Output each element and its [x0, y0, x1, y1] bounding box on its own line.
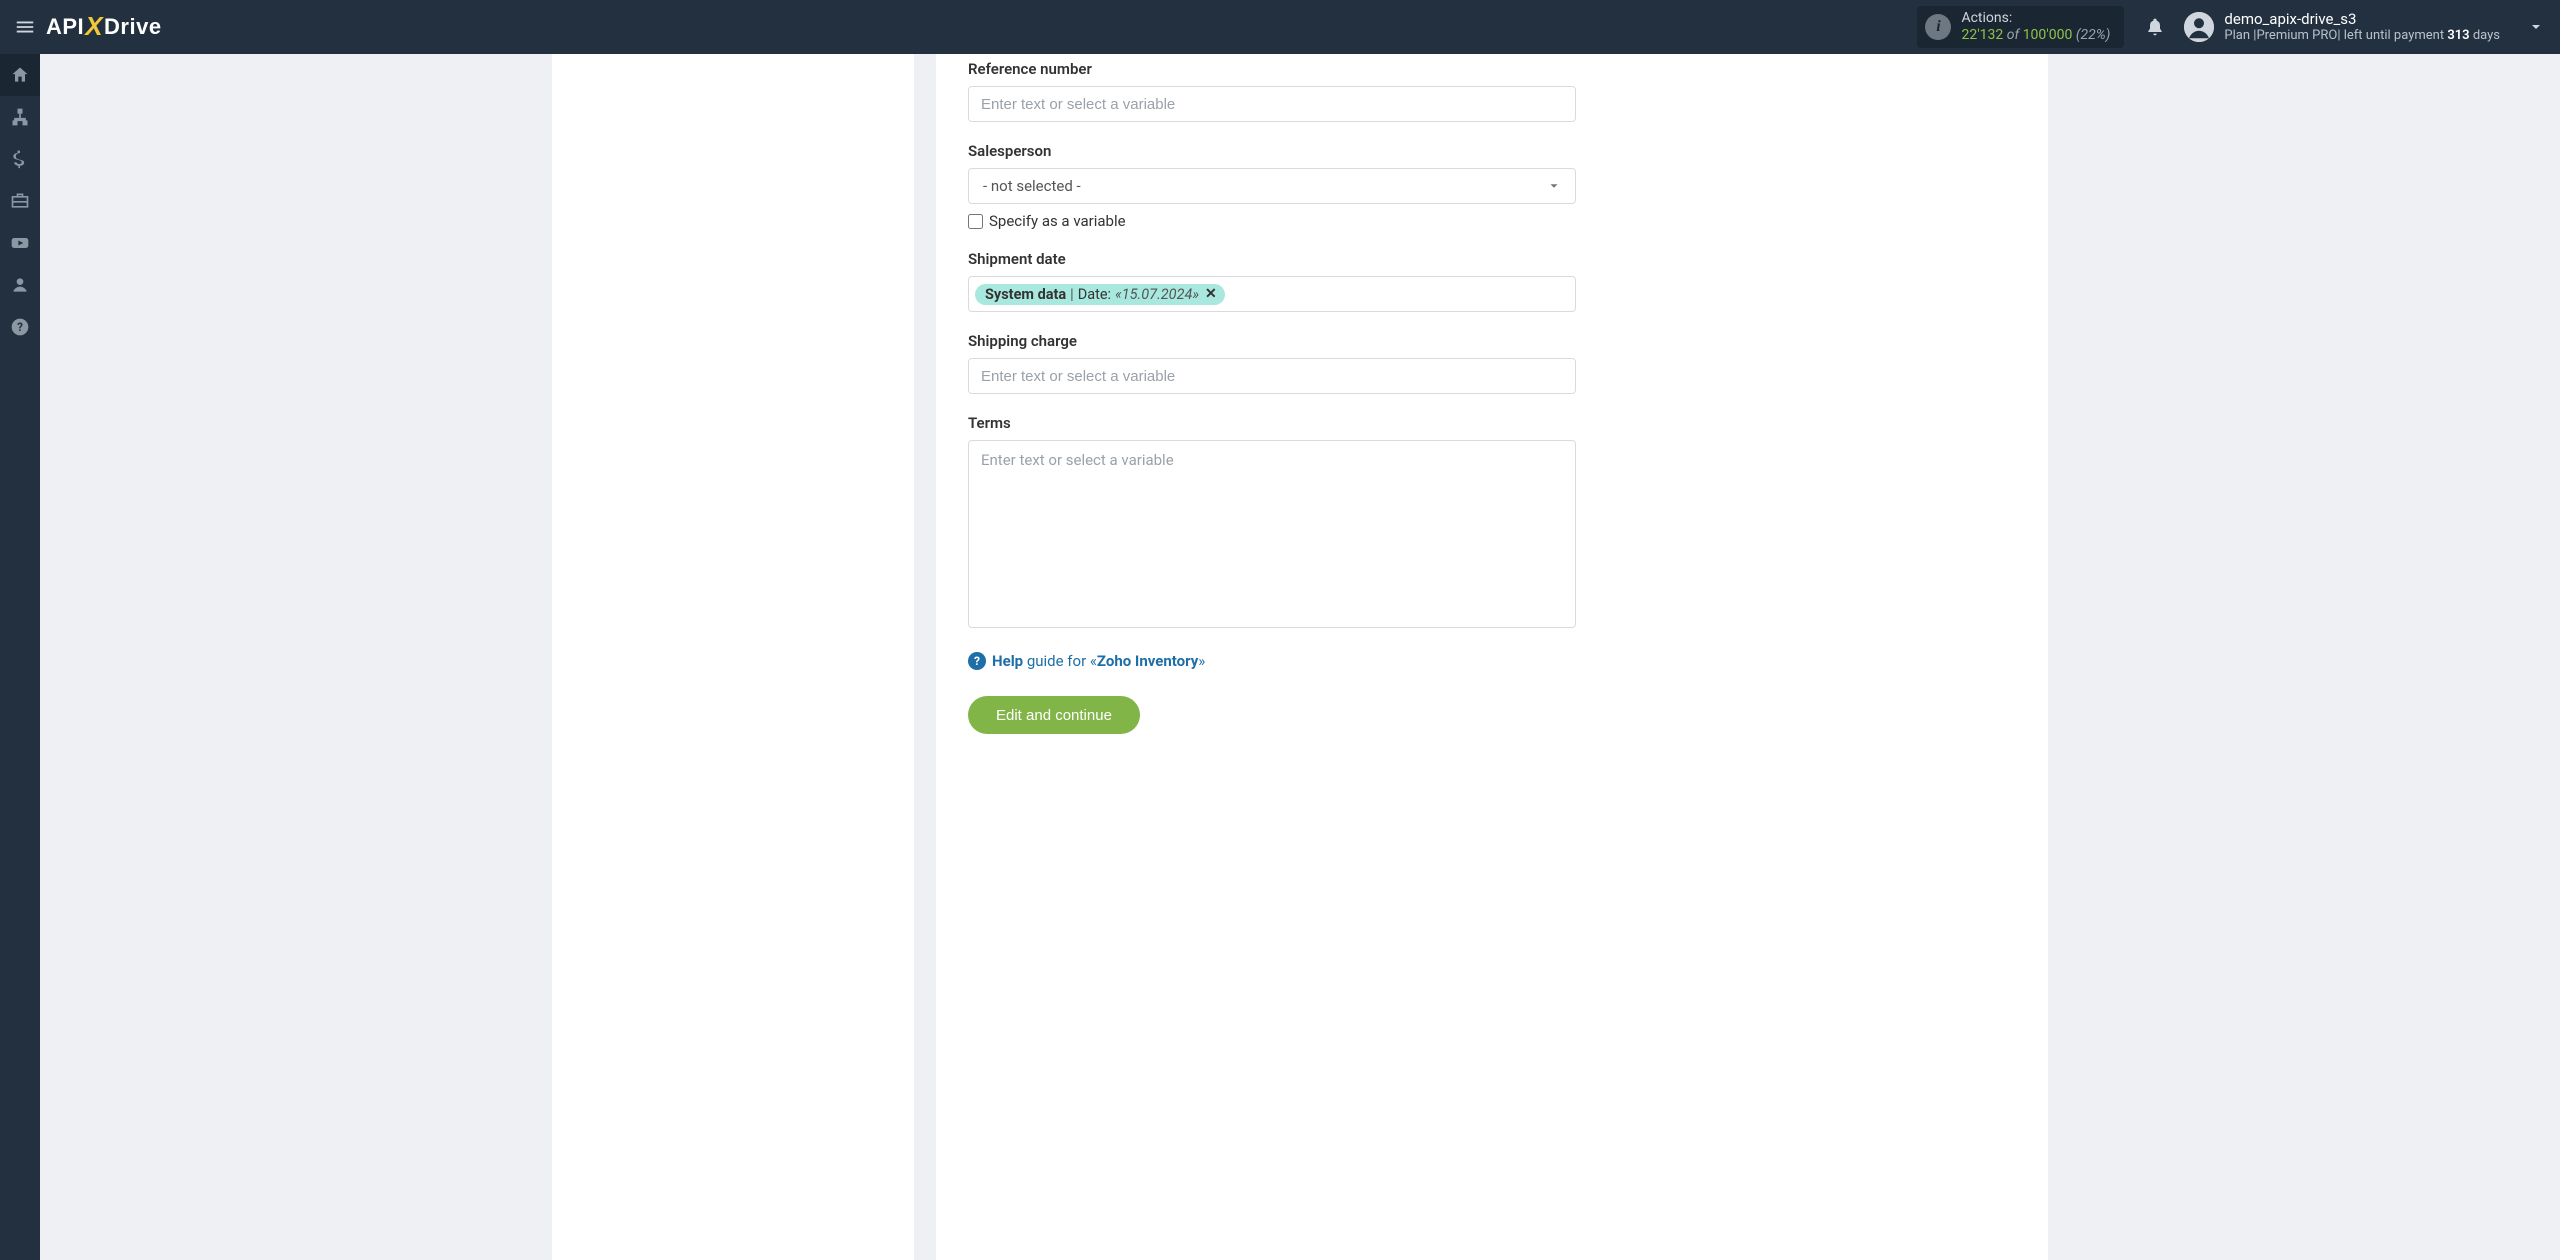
nav-account[interactable]: [0, 264, 40, 306]
top-header: APIXDrive i Actions: 22'132 of 100'000 (…: [0, 0, 2560, 54]
nav-help[interactable]: ?: [0, 306, 40, 348]
label-reference-number: Reference number: [968, 60, 1576, 78]
actions-used: 22'132: [1961, 27, 2003, 43]
input-reference-number[interactable]: [968, 86, 1576, 122]
nav-video[interactable]: [0, 222, 40, 264]
avatar-icon: [2184, 12, 2214, 42]
help-link[interactable]: ? Help guide for «Zoho Inventory»: [968, 652, 1576, 670]
actions-of: of: [2007, 27, 2019, 43]
help-icon: ?: [968, 652, 986, 670]
textarea-terms[interactable]: [968, 440, 1576, 628]
input-shipping-charge[interactable]: [968, 358, 1576, 394]
variable-pill-shipment-date: System data | Date: «15.07.2024» ✕: [975, 284, 1225, 305]
edit-continue-button[interactable]: Edit and continue: [968, 696, 1140, 734]
nav-billing[interactable]: [0, 138, 40, 180]
user-icon: [10, 275, 30, 295]
question-icon: ?: [10, 317, 30, 337]
form-panel: Reference number Salesperson - not selec…: [936, 54, 2048, 1260]
field-shipping-charge: Shipping charge: [968, 332, 1576, 394]
label-salesperson: Salesperson: [968, 142, 1576, 160]
left-sidebar: ?: [0, 54, 40, 1260]
actions-total: 100'000: [2023, 27, 2073, 43]
label-terms: Terms: [968, 414, 1576, 432]
hamburger-icon: [14, 16, 36, 38]
user-menu[interactable]: demo_apix-drive_s3 Plan |Premium PRO| le…: [2184, 10, 2500, 45]
pill-source: System data: [985, 286, 1066, 303]
brand-part1: API: [46, 14, 84, 40]
chevron-down-icon: [2528, 19, 2544, 35]
nav-tools[interactable]: [0, 180, 40, 222]
actions-pct: (22%): [2076, 27, 2111, 43]
user-name: demo_apix-drive_s3: [2224, 10, 2500, 29]
nav-connections[interactable]: [0, 96, 40, 138]
chevron-down-icon: [1547, 179, 1561, 193]
select-salesperson[interactable]: - not selected -: [968, 168, 1576, 204]
field-reference-number: Reference number: [968, 60, 1576, 122]
select-salesperson-value: - not selected -: [983, 177, 1081, 195]
actions-label: Actions:: [1961, 10, 2110, 27]
brand-logo[interactable]: APIXDrive: [46, 12, 162, 43]
actions-usage-box[interactable]: i Actions: 22'132 of 100'000 (22%): [1917, 6, 2124, 48]
field-terms: Terms: [968, 414, 1576, 632]
field-salesperson: Salesperson - not selected - Specify as …: [968, 142, 1576, 230]
svg-text:?: ?: [17, 320, 23, 334]
label-shipment-date: Shipment date: [968, 250, 1576, 268]
notifications-button[interactable]: [2140, 12, 2170, 42]
info-icon: i: [1925, 14, 1951, 40]
brand-part2: Drive: [104, 14, 162, 40]
main-area: Reference number Salesperson - not selec…: [40, 54, 2560, 1260]
briefcase-icon: [10, 191, 30, 211]
field-shipment-date: Shipment date System data | Date: «15.07…: [968, 250, 1576, 312]
bell-icon: [2145, 17, 2165, 37]
pill-remove-button[interactable]: ✕: [1205, 287, 1217, 301]
left-white-panel: [552, 54, 914, 1260]
label-shipping-charge: Shipping charge: [968, 332, 1576, 350]
sitemap-icon: [10, 107, 30, 127]
header-expand-button[interactable]: [2528, 19, 2544, 35]
input-shipment-date[interactable]: System data | Date: «15.07.2024» ✕: [968, 276, 1576, 312]
brand-x: X: [85, 11, 103, 42]
youtube-icon: [10, 233, 30, 253]
checkbox-specify-variable[interactable]: Specify as a variable: [968, 212, 1576, 230]
checkbox-specify-variable-input[interactable]: [968, 214, 983, 229]
dollar-icon: [10, 149, 30, 169]
checkbox-specify-variable-label: Specify as a variable: [989, 212, 1126, 230]
home-icon: [10, 65, 30, 85]
hamburger-menu-button[interactable]: [10, 12, 40, 42]
nav-home[interactable]: [0, 54, 40, 96]
user-plan: Plan |Premium PRO| left until payment 31…: [2224, 28, 2500, 44]
